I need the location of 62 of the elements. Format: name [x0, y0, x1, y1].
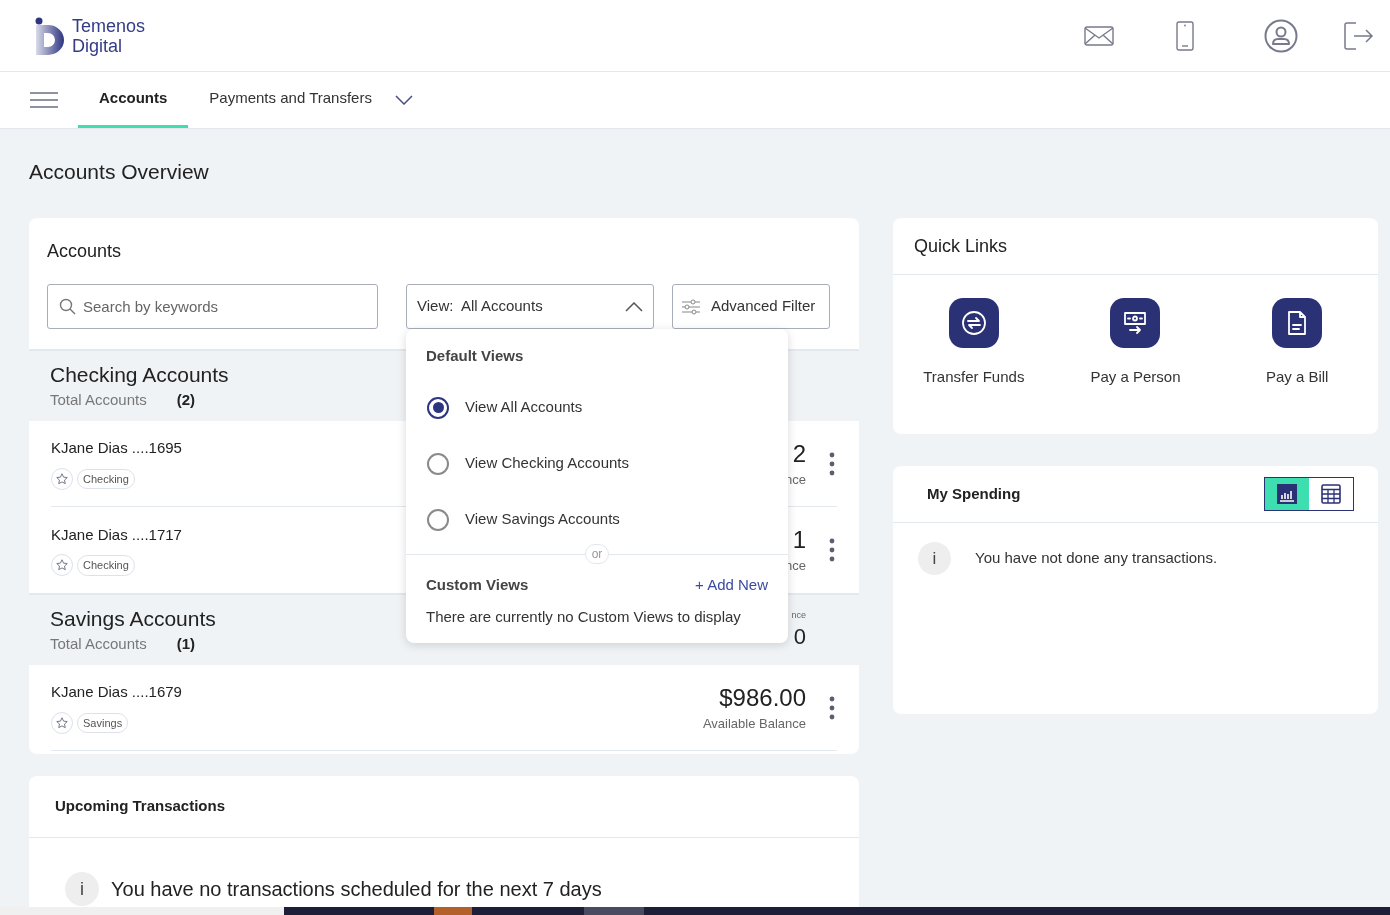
divider-label: or	[584, 543, 610, 564]
balance-label: Available Balance	[702, 714, 806, 733]
card-title: My Spending	[927, 483, 1022, 504]
card-title: Upcoming Transactions	[29, 776, 859, 838]
empty-message: There are currently no Custom Views to display	[425, 607, 742, 627]
info-icon: i	[918, 542, 951, 575]
group-title: Savings Accounts	[50, 605, 216, 632]
filter-icon	[681, 298, 701, 315]
quick-link[interactable]: Transfer Funds	[893, 298, 1055, 389]
chevron-up-icon	[625, 301, 643, 312]
quick-link[interactable]: Pay a Person	[1054, 298, 1217, 389]
mobile-phone-icon[interactable]	[1176, 20, 1194, 51]
more-options-icon[interactable]	[829, 695, 835, 720]
chevron-down-icon[interactable]	[394, 95, 413, 105]
total-accounts-label: Total Accounts	[50, 633, 147, 654]
account-count: (2)	[176, 389, 196, 410]
add-new-link[interactable]: + Add New	[695, 573, 768, 596]
account-count: (1)	[176, 633, 196, 654]
balance-label: nce	[791, 609, 806, 623]
table-icon	[1321, 484, 1341, 504]
account-name: KJane Dias ....1717	[51, 524, 183, 545]
logout-icon[interactable]	[1344, 21, 1374, 50]
transfer-icon	[960, 310, 987, 336]
account-name: KJane Dias ....1695	[51, 438, 183, 459]
chart-view-button[interactable]	[1265, 478, 1309, 510]
view-option[interactable]: View All Accounts	[406, 379, 788, 436]
bar-chart-icon	[1276, 483, 1298, 505]
view-option[interactable]: View Checking Accounts	[406, 435, 788, 492]
view-select[interactable]: View: All Accounts	[406, 284, 654, 329]
account-name: KJane Dias ....1679	[51, 682, 183, 703]
radio-button[interactable]	[427, 452, 449, 475]
search-icon	[59, 298, 76, 315]
logo-text: Digital	[72, 35, 124, 56]
mail-icon[interactable]	[1084, 25, 1114, 46]
card-title: Quick Links	[893, 218, 1378, 275]
logo-text: Temenos	[72, 15, 146, 36]
account-balance: 1	[792, 525, 806, 556]
nav-tab[interactable]: Payments and Transfers	[188, 72, 393, 128]
info-icon: i	[65, 872, 99, 906]
page-title: Accounts Overview	[29, 159, 210, 185]
account-balance: 2	[792, 438, 806, 469]
advanced-filter-button[interactable]: Advanced Filter	[672, 284, 830, 329]
menu-section-title: Custom Views	[426, 574, 529, 595]
account-balance: $986.00	[719, 682, 806, 713]
nav-tab[interactable]: Accounts	[78, 72, 189, 128]
total-accounts-label: Total Accounts	[50, 389, 147, 410]
menu-icon[interactable]	[30, 92, 58, 108]
document-icon	[1286, 310, 1309, 336]
radio-button[interactable]	[427, 508, 449, 531]
money-transfer-icon	[1122, 310, 1149, 336]
more-options-icon[interactable]	[829, 538, 835, 562]
empty-message: You have no transactions scheduled for the next 7 days	[111, 877, 602, 902]
quick-link[interactable]: Pay a Bill	[1216, 298, 1378, 389]
group-balance: 0	[793, 622, 806, 651]
empty-message: You have not done any transactions.	[975, 548, 1218, 569]
card-title: Accounts	[46, 240, 123, 263]
menu-section-title: Default Views	[425, 346, 525, 366]
more-options-icon[interactable]	[829, 451, 835, 476]
user-profile-icon[interactable]	[1264, 18, 1298, 53]
search-field[interactable]: Search by keywords	[47, 284, 378, 329]
group-title: Checking Accounts	[50, 361, 229, 388]
radio-button[interactable]	[427, 396, 449, 419]
